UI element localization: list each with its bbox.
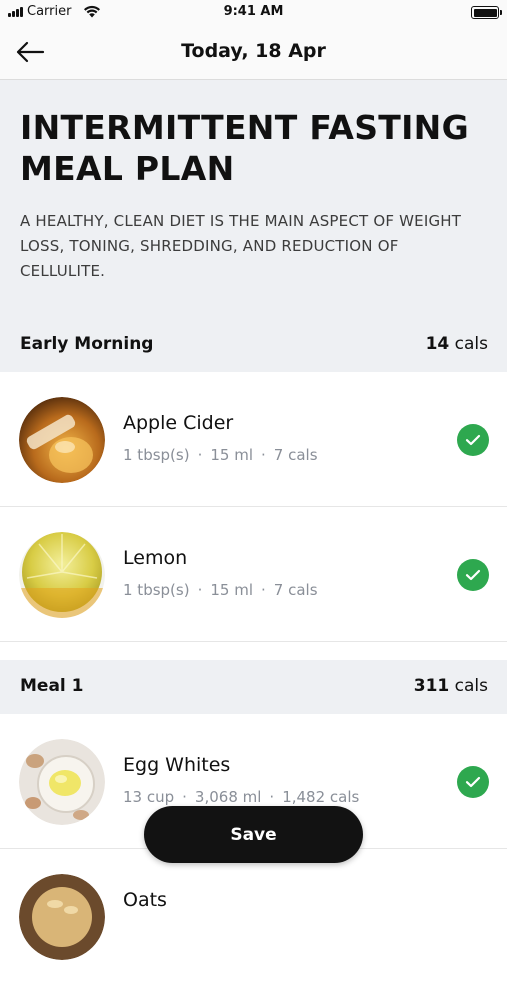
check-circle-icon[interactable] <box>457 766 489 798</box>
food-calories: 7 cals <box>273 581 318 599</box>
food-serving: 1 tbsp(s) <box>123 581 190 599</box>
nav-title: Today, 18 Apr <box>181 40 326 62</box>
food-meta: 1 tbsp(s) · 15 ml · 7 cals <box>123 581 318 599</box>
food-calories: 7 cals <box>273 446 318 464</box>
food-name: Lemon <box>123 547 188 569</box>
page-title: INTERMITTENT FASTING MEAL PLAN <box>20 108 469 188</box>
nav-bar: Today, 18 Apr <box>0 26 507 80</box>
food-item-apple-cider[interactable]: Apple Cider 1 tbsp(s) · 15 ml · 7 cals <box>0 372 507 507</box>
food-name: Oats <box>123 889 167 911</box>
section-title: Early Morning <box>20 334 154 354</box>
meta-separator: · <box>182 788 187 806</box>
food-volume: 15 ml <box>210 446 253 464</box>
status-bar: Carrier 9:41 AM <box>0 0 507 26</box>
section-header-early-morning: Early Morning 14 cals <box>0 318 507 373</box>
section-calories: 14 cals <box>426 334 488 354</box>
battery-icon <box>471 6 502 19</box>
section-calories-unit: cals <box>454 334 488 354</box>
status-time: 9:41 AM <box>223 4 284 19</box>
meta-separator: · <box>261 581 266 599</box>
food-meta: 1 tbsp(s) · 15 ml · 7 cals <box>123 446 318 464</box>
meta-separator: · <box>269 788 275 806</box>
food-volume: 15 ml <box>210 581 253 599</box>
section-title: Meal 1 <box>20 676 84 696</box>
food-calories: 1,482 cals <box>282 788 360 806</box>
food-item-lemon[interactable]: Lemon 1 tbsp(s) · 15 ml · 7 cals <box>0 507 507 642</box>
meta-separator: · <box>197 581 203 599</box>
meta-separator: · <box>197 446 203 464</box>
food-meta: 13 cup · 3,068 ml · 1,482 cals <box>123 788 359 806</box>
section-calories-unit: cals <box>454 676 488 696</box>
oats-thumbnail <box>19 874 105 960</box>
food-serving: 13 cup <box>123 788 175 806</box>
egg-whites-thumbnail <box>19 739 105 825</box>
food-name: Egg Whites <box>123 754 231 776</box>
section-header-meal-1: Meal 1 311 cals <box>0 660 507 715</box>
section-calories-value: 311 <box>413 676 450 696</box>
hero-section: INTERMITTENT FASTING MEAL PLAN A HEALTHY… <box>0 80 507 318</box>
save-button[interactable]: Save <box>144 806 363 863</box>
food-volume: 3,068 ml <box>194 788 262 806</box>
page-subtitle: A HEALTHY, CLEAN DIET IS THE MAIN ASPECT… <box>20 212 462 280</box>
check-circle-icon[interactable] <box>457 424 489 456</box>
food-item-oats[interactable]: Oats <box>0 849 507 983</box>
meta-separator: · <box>261 446 266 464</box>
food-serving: 1 tbsp(s) <box>123 446 190 464</box>
section-calories-value: 14 <box>425 334 450 354</box>
check-circle-icon[interactable] <box>457 559 489 591</box>
section-calories: 311 cals <box>414 676 488 696</box>
lemon-thumbnail <box>19 532 105 618</box>
apple-cider-thumbnail <box>19 397 105 483</box>
food-name: Apple Cider <box>123 412 234 434</box>
